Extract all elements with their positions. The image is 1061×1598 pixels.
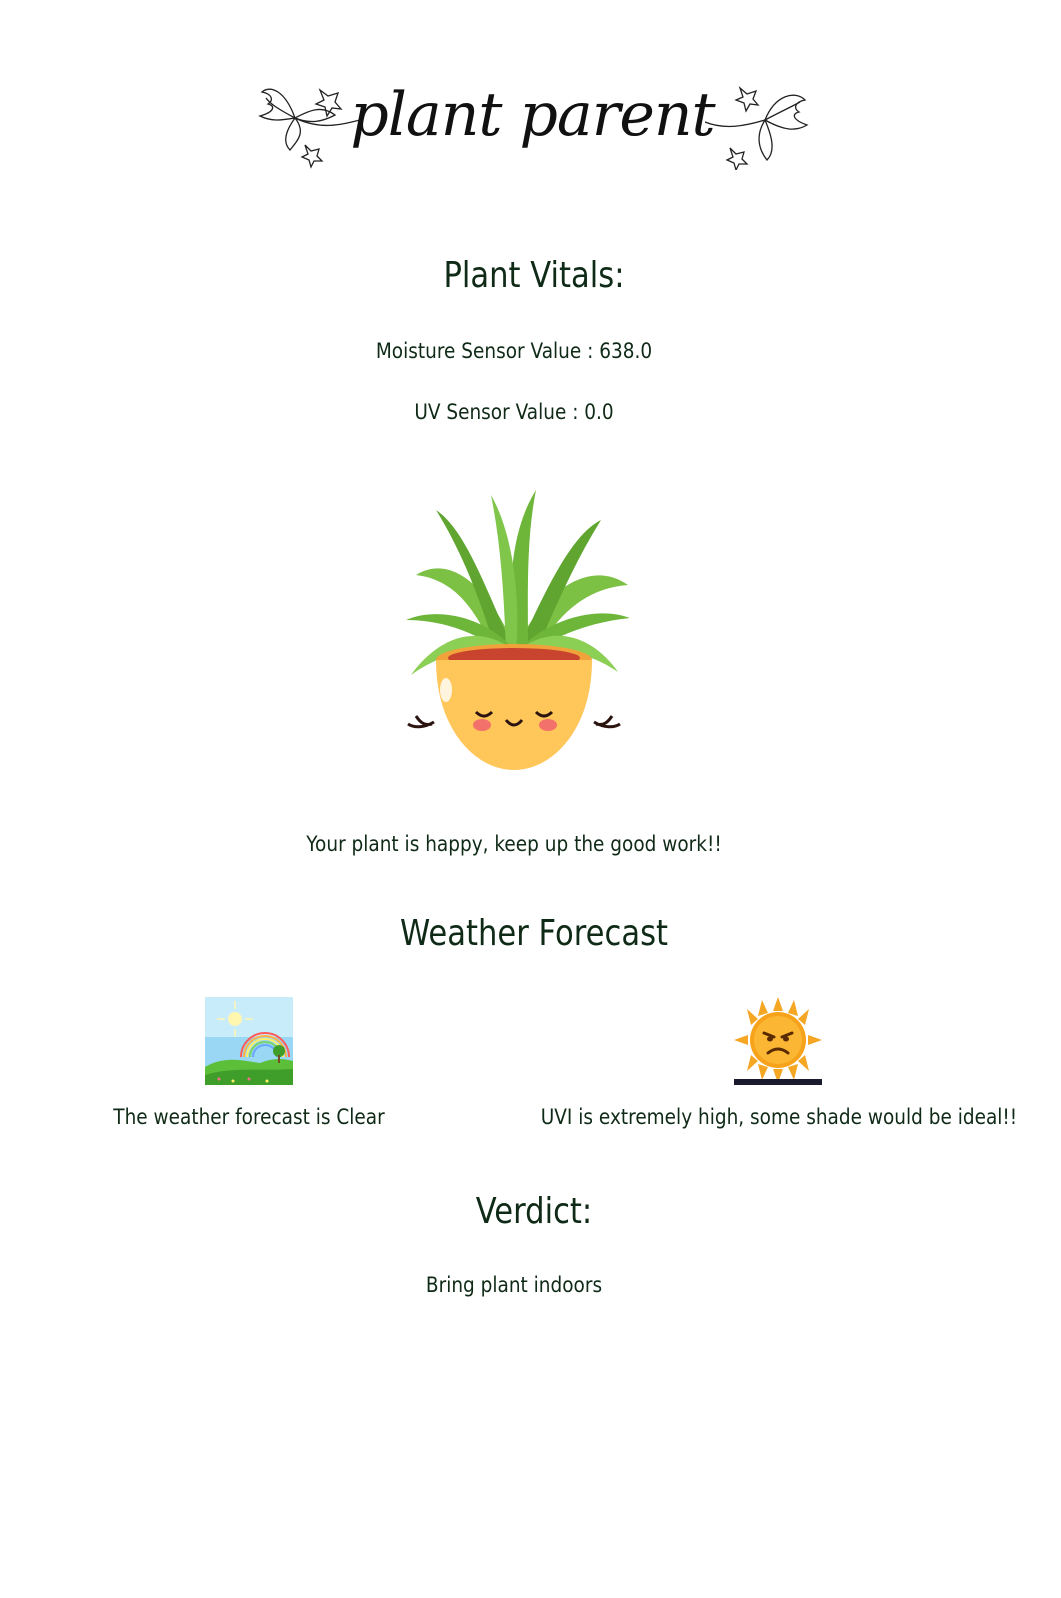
weather-forecast-text: The weather forecast is Clear (113, 1105, 385, 1129)
uv-sensor-value: UV Sensor Value : 0.0 (414, 400, 614, 424)
plant-vitals-heading: Plant Vitals: (443, 255, 625, 296)
logo-text: plant parent (350, 80, 715, 150)
verdict-heading: Verdict: (475, 1191, 593, 1232)
sunny-rainbow-landscape-image (205, 997, 293, 1085)
happy-potted-plant-image (406, 490, 630, 770)
moisture-sensor-value: Moisture Sensor Value : 638.0 (375, 339, 653, 363)
angry-sun-image (734, 997, 822, 1085)
uv-advice-text: UVI is extremely high, some shade would … (540, 1105, 1018, 1129)
plant-status-message: Your plant is happy, keep up the good wo… (306, 832, 722, 856)
weather-forecast-heading: Weather Forecast (399, 913, 669, 954)
left-leaves-icon (258, 88, 360, 169)
verdict-text: Bring plant indoors (425, 1273, 603, 1297)
plant-parent-logo: plant parent (250, 70, 815, 170)
right-leaves-icon (705, 85, 809, 170)
